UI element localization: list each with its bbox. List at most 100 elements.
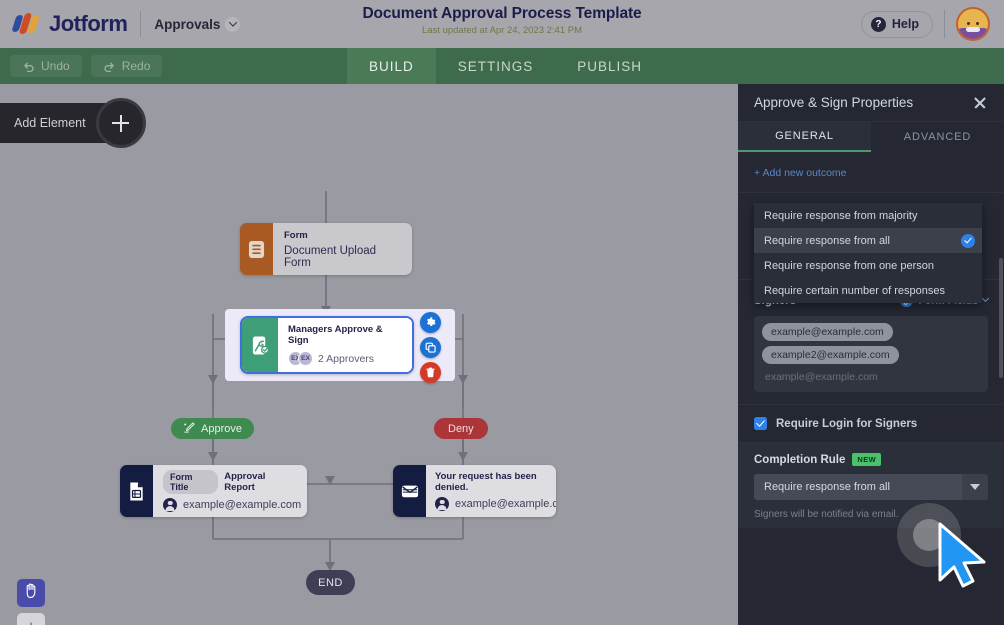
signer-chip[interactable]: example@example.com — [762, 323, 893, 341]
dropdown-option-label: Require certain number of responses — [764, 285, 945, 297]
form-node-body: Form Document Upload Form — [273, 223, 412, 275]
builder-tabs: BUILD SETTINGS PUBLISH — [347, 48, 664, 84]
form-icon — [240, 223, 273, 275]
dropdown-option-majority[interactable]: Require response from majority — [754, 203, 982, 228]
dropdown-option-label: Require response from majority — [764, 210, 917, 222]
jotform-approvals-builder: Jotform Approvals Document Approval Proc… — [0, 0, 1004, 625]
status-badge: NEW — [852, 453, 881, 466]
tab-publish[interactable]: PUBLISH — [555, 48, 664, 84]
redo-button[interactable]: Redo — [91, 55, 163, 77]
branch-pill-deny[interactable]: Deny — [434, 418, 488, 439]
form-node-kind: Form — [284, 230, 398, 241]
checkbox-require-login[interactable] — [754, 417, 767, 430]
approve-sign-icon — [242, 318, 278, 372]
undo-icon — [22, 60, 35, 73]
approve-sign-node-body: Managers Approve & Sign EX EX 2 Approver… — [278, 318, 412, 372]
workflow-node-denied-email[interactable]: Your request has been denied. example@ex… — [393, 465, 556, 517]
panel-scrollbar[interactable] — [999, 258, 1003, 378]
node-delete-button[interactable] — [420, 362, 441, 383]
undo-redo-group: Undo Redo — [0, 55, 162, 77]
dropdown-option-all[interactable]: Require response from all — [754, 228, 982, 253]
form-node-title: Document Upload Form — [284, 245, 398, 269]
node-settings-button[interactable] — [420, 312, 441, 333]
workflow-node-end[interactable]: END — [306, 570, 355, 595]
person-icon — [163, 498, 177, 512]
workflow-node-form[interactable]: Form Document Upload Form — [240, 223, 412, 275]
report-document-icon — [120, 465, 153, 517]
product-menu-approvals[interactable]: Approvals — [154, 17, 240, 32]
document-title-block: Document Approval Process Template Last … — [0, 5, 1004, 36]
undo-button[interactable]: Undo — [10, 55, 82, 77]
help-label: Help — [892, 17, 919, 31]
completion-rule-section: Completion Rule NEW Require response fro… — [738, 443, 1004, 528]
workflow-node-approval-report[interactable]: Form Title Approval Report example@examp… — [120, 465, 307, 517]
chevron-down-icon — [962, 474, 988, 500]
person-icon — [435, 497, 449, 511]
dropdown-option-certain-number[interactable]: Require certain number of responses — [754, 278, 982, 303]
dropdown-option-label: Require response from one person — [764, 260, 934, 272]
branch-label-deny: Deny — [448, 423, 474, 435]
chevron-down-icon — [982, 295, 989, 302]
close-icon[interactable] — [972, 95, 988, 111]
jotform-logo[interactable]: Jotform — [14, 11, 127, 37]
dropdown-option-one-person[interactable]: Require response from one person — [754, 253, 982, 278]
avatar[interactable] — [956, 7, 990, 41]
last-updated-text: Last updated at Apr 24, 2023 2:41 PM — [0, 25, 1004, 36]
completion-rule-dropdown-list[interactable]: Require response from majority Require r… — [754, 203, 982, 303]
signature-pen-icon — [183, 421, 196, 437]
dropdown-option-label: Require response from all — [764, 235, 890, 247]
denied-node-body: Your request has been denied. example@ex… — [426, 465, 556, 517]
branch-pill-approve[interactable]: Approve — [171, 418, 254, 439]
add-outcome-row[interactable]: + Add new outcome — [738, 152, 1004, 193]
denied-recipient-row: example@example.com — [435, 497, 546, 511]
signers-input-box[interactable]: example@example.com example2@example.com… — [754, 316, 988, 392]
denied-recipient-email: example@example.com — [455, 498, 556, 510]
approvers-count: 2 Approvers — [318, 353, 374, 365]
undo-label: Undo — [41, 59, 70, 73]
require-login-label: Require Login for Signers — [776, 418, 917, 430]
signer-input[interactable]: example@example.com — [762, 369, 980, 385]
completion-rule-value: Require response from all — [754, 474, 962, 500]
question-mark-icon: ? — [871, 17, 886, 32]
checkbox-row-require-login[interactable]: Require Login for Signers — [754, 417, 988, 430]
tab-settings[interactable]: SETTINGS — [436, 48, 556, 84]
form-title-chip: Form Title — [163, 470, 218, 494]
redo-label: Redo — [122, 59, 151, 73]
report-recipient-row: example@example.com — [163, 498, 295, 512]
jotform-logo-icon — [14, 12, 40, 36]
report-recipient-email: example@example.com — [183, 499, 301, 511]
signer-chip[interactable]: example2@example.com — [762, 346, 899, 364]
builder-toolbar: Undo Redo BUILD SETTINGS PUBLISH — [0, 48, 1004, 84]
properties-panel-header: Approve & Sign Properties — [738, 84, 1004, 122]
approve-sign-node-title: Managers Approve & Sign — [288, 324, 402, 346]
brand-name: Jotform — [49, 11, 127, 37]
approvers-row: EX EX 2 Approvers — [288, 351, 402, 366]
pan-tool-button[interactable] — [17, 579, 45, 607]
report-node-title: Approval Report — [224, 471, 295, 493]
header-right-cluster: ? Help — [861, 7, 990, 41]
chevron-down-icon — [225, 17, 240, 32]
branch-label-approve: Approve — [201, 423, 242, 435]
add-element-button[interactable]: Add Element — [0, 103, 132, 143]
email-icon — [393, 465, 426, 517]
tab-general[interactable]: GENERAL — [738, 122, 871, 152]
tab-build[interactable]: BUILD — [347, 48, 436, 84]
page-title: Document Approval Process Template — [0, 5, 1004, 23]
node-duplicate-button[interactable] — [420, 337, 441, 358]
plus-icon — [96, 98, 146, 148]
completion-rule-select[interactable]: Require response from all — [754, 474, 988, 500]
workflow-canvas[interactable]: Add Element Form Document Upload Form Ma… — [0, 84, 738, 625]
tab-advanced[interactable]: ADVANCED — [871, 122, 1004, 152]
add-new-outcome-link: + Add new outcome — [754, 167, 847, 179]
approver-avatars: EX EX — [288, 351, 313, 366]
workflow-node-approve-sign[interactable]: Managers Approve & Sign EX EX 2 Approver… — [240, 316, 414, 374]
completion-rule-header: Completion Rule NEW — [754, 453, 988, 466]
add-element-label: Add Element — [14, 116, 86, 130]
denied-node-title: Your request has been denied. — [435, 471, 546, 493]
properties-panel-title: Approve & Sign Properties — [754, 95, 913, 110]
zoom-in-button[interactable]: + — [17, 613, 45, 625]
zoom-controls: + 85% − — [17, 613, 45, 625]
require-login-section: Require Login for Signers — [738, 405, 1004, 443]
help-button[interactable]: ? Help — [861, 11, 933, 38]
header-divider — [140, 11, 141, 37]
